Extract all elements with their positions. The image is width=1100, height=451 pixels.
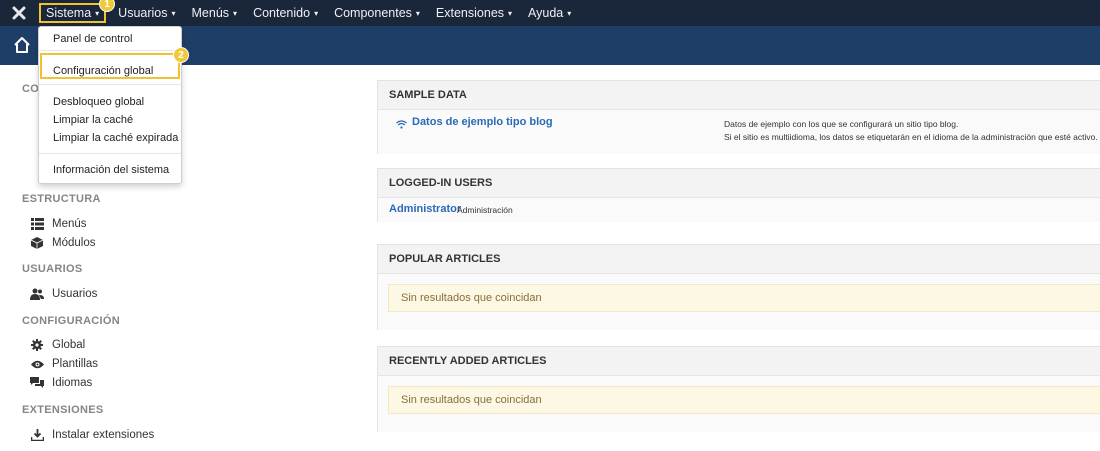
sidebar-item-label: Plantillas bbox=[52, 358, 99, 370]
nav-menu-extensiones[interactable]: Extensiones ▾ bbox=[428, 0, 520, 26]
menu-divider bbox=[39, 153, 181, 154]
cube-icon bbox=[30, 236, 44, 250]
sidebar-section-usuarios: USUARIOS bbox=[22, 263, 83, 275]
sidebar-item-menus[interactable]: Menús bbox=[30, 217, 87, 231]
caret-down-icon: ▾ bbox=[314, 8, 319, 18]
sample-data-card: SAMPLE DATA Datos de ejemplo tipo blog D… bbox=[377, 80, 1100, 154]
nav-menu-label: Ayuda bbox=[528, 6, 564, 20]
menu-item-limpiar-cache[interactable]: Limpiar la caché bbox=[53, 114, 133, 126]
sample-data-description-1: Datos de ejemplo con los que se configur… bbox=[724, 119, 959, 129]
sidebar-section-estructura: ESTRUCTURA bbox=[22, 193, 101, 205]
nav-menu-label: Componentes bbox=[334, 6, 412, 20]
card-body: Sin resultados que coincidan bbox=[378, 274, 1100, 330]
comments-icon bbox=[30, 376, 44, 390]
nav-menu-componentes[interactable]: Componentes ▾ bbox=[326, 0, 428, 26]
sidebar-item-label: Menús bbox=[52, 218, 87, 230]
eye-icon bbox=[30, 357, 44, 371]
nav-menu-label: Sistema bbox=[46, 6, 92, 20]
card-title: POPULAR ARTICLES bbox=[378, 245, 1100, 274]
logged-user-link[interactable]: Administrator bbox=[389, 203, 461, 215]
menu-item-panel-de-control[interactable]: Panel de control bbox=[53, 33, 133, 45]
card-title: RECENTLY ADDED ARTICLES bbox=[378, 347, 1100, 376]
sidebar-item-label: Usuarios bbox=[52, 288, 98, 300]
logged-user-role: Administración bbox=[457, 205, 513, 215]
card-body: Datos de ejemplo tipo blog Datos de ejem… bbox=[378, 110, 1100, 154]
card-body: Administrator Administración bbox=[378, 198, 1100, 222]
sample-data-description-2: Si el sitio es multiidioma, los datos se… bbox=[724, 132, 1098, 142]
caret-down-icon: ▾ bbox=[508, 8, 513, 18]
sidebar-item-label: Global bbox=[52, 339, 86, 351]
nav-menu-sistema[interactable]: Sistema ▾ 1 bbox=[39, 0, 116, 23]
menu-item-desbloqueo-global[interactable]: Desbloqueo global bbox=[53, 96, 144, 108]
sample-data-blog-link[interactable]: Datos de ejemplo tipo blog bbox=[412, 116, 553, 128]
nav-menu-label: Menús bbox=[191, 6, 230, 20]
menu-divider bbox=[39, 84, 181, 85]
menu-item-configuracion-global[interactable]: Configuración global bbox=[53, 65, 153, 77]
list-icon bbox=[30, 217, 44, 231]
card-title: SAMPLE DATA bbox=[378, 81, 1100, 110]
sidebar-item-label: Instalar extensiones bbox=[52, 429, 155, 441]
joomla-logo-icon[interactable] bbox=[0, 0, 37, 26]
sidebar-section-heading-partial: CO bbox=[22, 83, 40, 95]
wifi-icon bbox=[396, 116, 407, 134]
nav-menu-label: Extensiones bbox=[435, 6, 505, 20]
sidebar-section-extensiones: EXTENSIONES bbox=[22, 404, 104, 416]
nav-menu-label: Usuarios bbox=[118, 6, 168, 20]
menu-divider bbox=[39, 50, 181, 51]
card-title: LOGGED-IN USERS bbox=[378, 169, 1100, 198]
sidebar-item-label: Idiomas bbox=[52, 377, 93, 389]
nav-menu-contenido[interactable]: Contenido ▾ bbox=[245, 0, 326, 26]
sidebar-item-modulos[interactable]: Módulos bbox=[30, 236, 95, 250]
sidebar-item-instalar-extensiones[interactable]: Instalar extensiones bbox=[30, 428, 154, 442]
sistema-dropdown-menu: Panel de control Configuración global 2 … bbox=[38, 26, 189, 184]
step-badge-2: 2 bbox=[173, 47, 189, 63]
no-results-alert: Sin resultados que coincidan bbox=[388, 284, 1100, 312]
nav-menu-menus[interactable]: Menús ▾ bbox=[184, 0, 246, 26]
menu-item-informacion-sistema[interactable]: Información del sistema bbox=[53, 164, 169, 176]
sidebar-item-usuarios[interactable]: Usuarios bbox=[30, 287, 97, 301]
sidebar-section-configuracion: CONFIGURACIÓN bbox=[22, 315, 121, 327]
top-navbar: Sistema ▾ 1 Usuarios ▾ Menús ▾ Contenido ▾ C… bbox=[0, 0, 1100, 26]
sidebar-item-global[interactable]: Global bbox=[30, 338, 85, 352]
no-results-alert: Sin resultados que coincidan bbox=[388, 386, 1100, 414]
menu-item-limpiar-cache-expirada[interactable]: Limpiar la caché expirada bbox=[53, 132, 178, 144]
sidebar-item-idiomas[interactable]: Idiomas bbox=[30, 376, 92, 390]
nav-menu-usuarios[interactable]: Usuarios ▾ bbox=[110, 0, 183, 26]
caret-down-icon: ▾ bbox=[415, 8, 420, 18]
users-icon bbox=[30, 287, 44, 301]
recently-added-articles-card: RECENTLY ADDED ARTICLES Sin resultados q… bbox=[377, 346, 1100, 432]
popular-articles-card: POPULAR ARTICLES Sin resultados que coin… bbox=[377, 244, 1100, 330]
gear-icon bbox=[30, 338, 44, 352]
caret-down-icon: ▾ bbox=[95, 8, 100, 18]
nav-menu-ayuda[interactable]: Ayuda ▾ bbox=[520, 0, 579, 26]
caret-down-icon: ▾ bbox=[567, 8, 572, 18]
caret-down-icon: ▾ bbox=[171, 8, 176, 18]
caret-down-icon: ▾ bbox=[233, 8, 238, 18]
nav-menu-label: Contenido bbox=[253, 6, 311, 20]
card-body: Sin resultados que coincidan bbox=[378, 376, 1100, 432]
download-icon bbox=[30, 428, 44, 442]
logged-in-users-card: LOGGED-IN USERS Administrator Administra… bbox=[377, 168, 1100, 222]
home-icon[interactable] bbox=[13, 36, 31, 54]
sidebar-item-label: Módulos bbox=[52, 237, 96, 249]
sidebar-item-plantillas[interactable]: Plantillas bbox=[30, 357, 98, 371]
